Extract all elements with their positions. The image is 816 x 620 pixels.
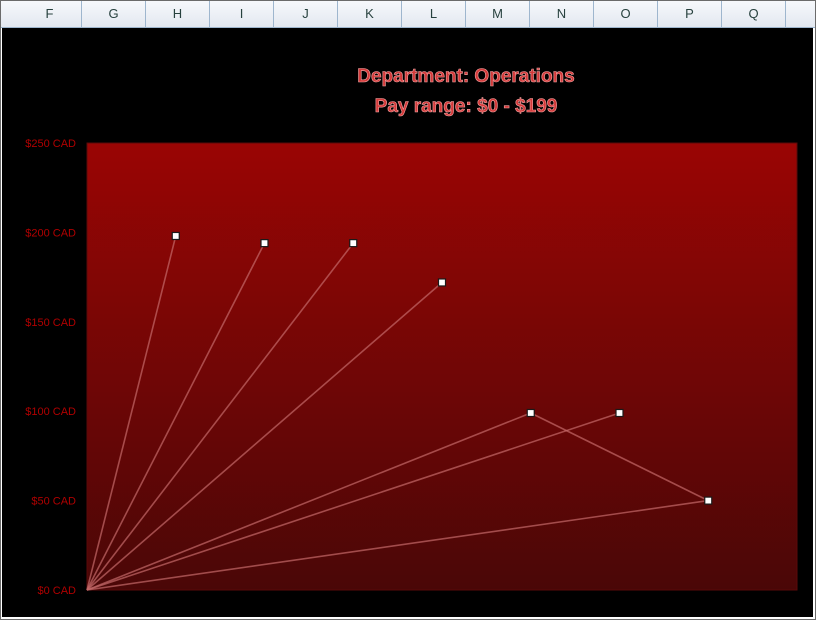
data-point[interactable] xyxy=(437,278,447,287)
y-tick-label: $250 CAD xyxy=(25,138,76,150)
data-point[interactable] xyxy=(260,239,269,248)
data-point[interactable] xyxy=(349,239,358,248)
data-point[interactable] xyxy=(615,408,624,418)
y-tick-label: $100 CAD xyxy=(25,406,76,418)
y-tick-label: $150 CAD xyxy=(25,317,76,329)
y-tick-label: $200 CAD xyxy=(25,227,76,239)
scatter-chart: Department: Operations Pay range: $0 - $… xyxy=(25,66,798,597)
chart-subtitle: Pay range: $0 - $199 xyxy=(375,96,558,117)
plot-area xyxy=(86,142,798,591)
data-point[interactable] xyxy=(171,231,180,241)
y-tick-label: $0 CAD xyxy=(37,585,76,597)
data-point[interactable] xyxy=(526,408,535,418)
chart-title: Department: Operations xyxy=(357,66,574,87)
data-point[interactable] xyxy=(704,496,713,505)
y-tick-label: $50 CAD xyxy=(31,496,76,508)
